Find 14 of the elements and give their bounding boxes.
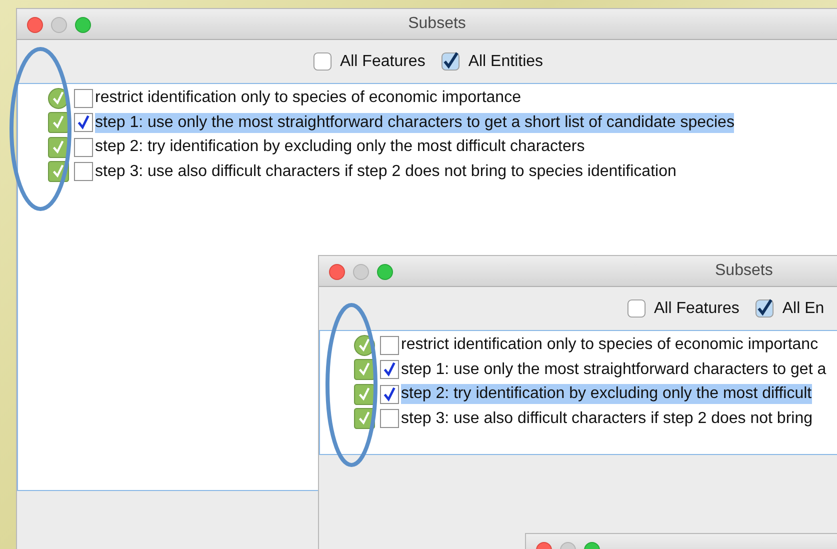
filter-checkbox[interactable]: All Features (312, 52, 426, 71)
subset-item[interactable]: restrict identification only to species of economic importance (95, 88, 521, 108)
filter-checkbox[interactable]: All Features (627, 299, 740, 318)
filter-checkbox[interactable]: All En (755, 299, 824, 318)
subset-item[interactable]: step 2: try identification by excluding only the most difficult (401, 384, 812, 404)
subset-item[interactable]: step 3: use also difficult characters if step 2 does not bring to species identification (95, 162, 676, 182)
subset-item[interactable]: step 2: try identification by excluding only the most difficult characters (95, 137, 585, 158)
filter-checkbox[interactable]: All Entities (441, 52, 544, 71)
window-title: Subsets (408, 15, 466, 33)
window-title: Subsets (715, 262, 773, 280)
subset-item[interactable]: restrict identification only to species of economic importanc (401, 335, 818, 356)
subset-item[interactable]: step 1: use only the most straightforward characters to get a short list of candidate species (95, 112, 734, 133)
subset-item[interactable]: step 1: use only the most straightforward characters to get a (401, 360, 826, 380)
subset-item[interactable]: step 3: use also difficult characters if step 2 does not bring (401, 408, 812, 429)
